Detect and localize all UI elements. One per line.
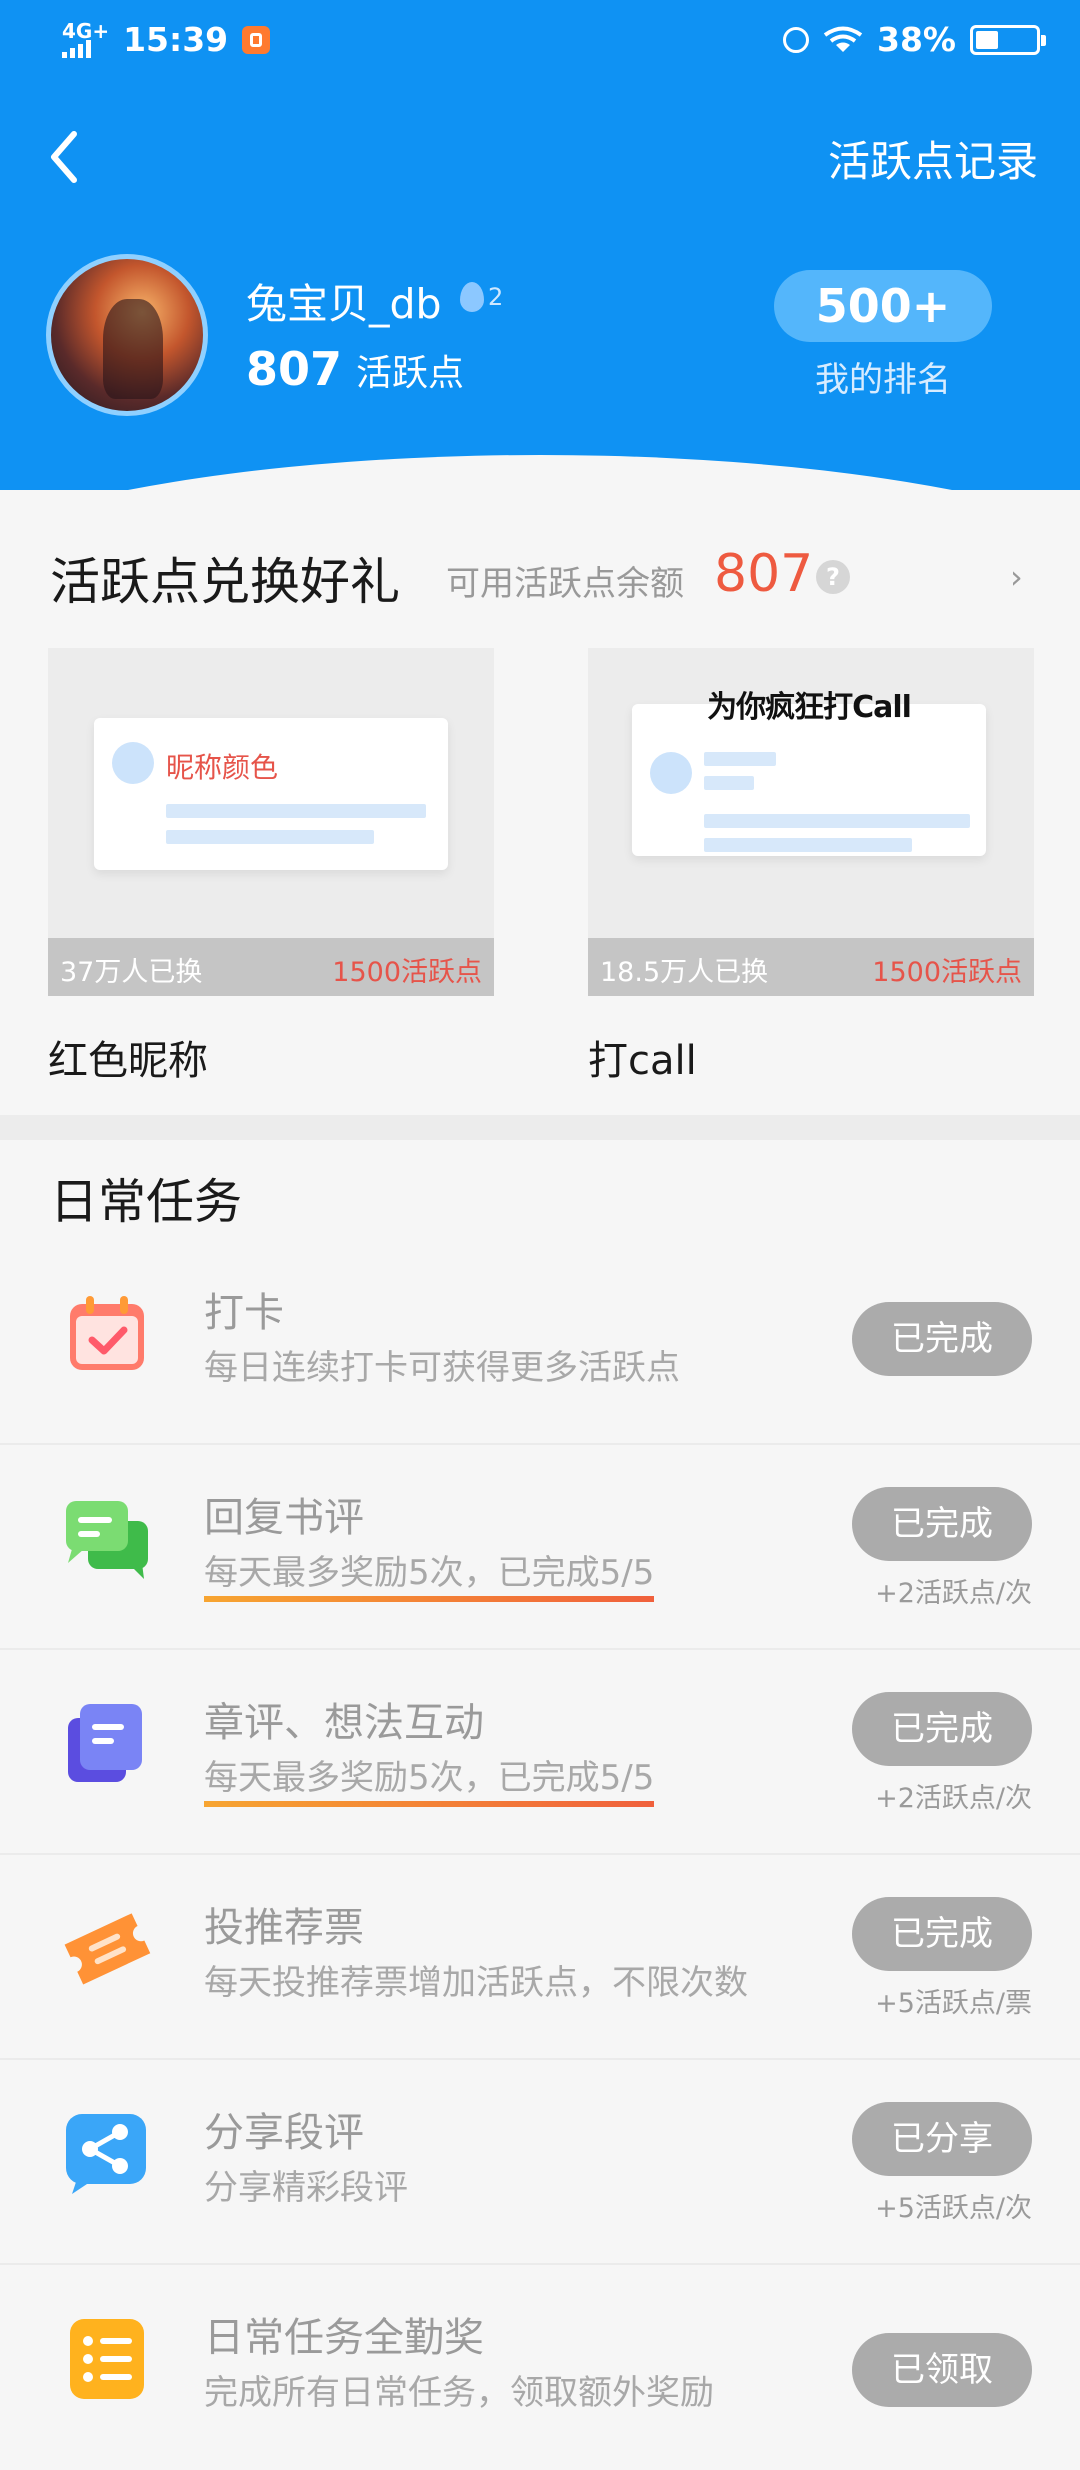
calendar-check-icon xyxy=(70,1296,144,1370)
battery-icon xyxy=(970,24,1046,55)
task-row-full-attendance: 日常任务全勤奖 完成所有日常任务，领取额外奖励 已领取 xyxy=(0,2265,1080,2470)
exchange-title: 活跃点兑换好礼 xyxy=(50,553,400,611)
activity-records-link[interactable]: 活跃点记录 xyxy=(828,128,1038,189)
chat-bubbles-icon xyxy=(66,1501,148,1579)
task-reward: +2活跃点/次 xyxy=(875,1783,1032,1814)
task-description: 每日连续打卡可获得更多活跃点 xyxy=(204,1348,680,1388)
task-status-button[interactable]: 已分享 xyxy=(852,2102,1032,2176)
exchange-section: 活跃点兑换好礼 可用活跃点余额 807 ? › 昵称颜色 37万人已换 1500… xyxy=(0,500,1080,1115)
network-type: 4G+ xyxy=(62,18,110,43)
task-name: 分享段评 xyxy=(204,2110,364,2156)
username: 兔宝贝_db xyxy=(246,280,442,328)
task-description: 每天最多奖励5次，已完成5/5 xyxy=(204,1750,655,1807)
gift-exchange-count: 18.5万人已换 xyxy=(600,957,769,988)
points-unit: 活跃点 xyxy=(356,353,465,394)
clock: 15:39 xyxy=(123,20,229,59)
balance-value: 807 xyxy=(714,544,814,604)
back-button[interactable] xyxy=(40,122,90,192)
status-bar: 4G+ 15:39 38% xyxy=(0,0,1080,80)
task-description: 每天投推荐票增加活跃点，不限次数 xyxy=(204,1963,748,2003)
avatar[interactable] xyxy=(46,254,208,416)
task-row-checkin: 打卡 每日连续打卡可获得更多活跃点 已完成 xyxy=(0,1240,1080,1445)
level-badge: 2 xyxy=(460,280,503,314)
ticket-icon xyxy=(64,1913,151,1985)
task-name: 投推荐票 xyxy=(204,1905,364,1951)
level-number: 2 xyxy=(488,283,504,311)
task-name: 章评、想法互动 xyxy=(204,1700,484,1746)
task-description: 分享精彩段评 xyxy=(204,2168,408,2208)
task-status-button[interactable]: 已完成 xyxy=(852,1302,1032,1376)
wifi-icon xyxy=(823,26,863,52)
gift-footer: 18.5万人已换 1500活跃点 xyxy=(588,938,1034,996)
gift-name[interactable]: 红色昵称 xyxy=(48,1028,208,1086)
task-row-share-comment: 分享段评 分享精彩段评 已分享 +5活跃点/次 xyxy=(0,2060,1080,2265)
gift-price: 1500活跃点 xyxy=(872,957,1022,988)
gift-card-red-nickname[interactable]: 昵称颜色 37万人已换 1500活跃点 xyxy=(48,648,494,996)
gift-exchange-count: 37万人已换 xyxy=(60,957,203,988)
rank-label: 我的排名 xyxy=(815,360,951,400)
task-reward: +5活跃点/票 xyxy=(875,1988,1032,2019)
task-row-reply-review: 回复书评 每天最多奖励5次，已完成5/5 已完成 +2活跃点/次 xyxy=(0,1445,1080,1650)
task-reward: +2活跃点/次 xyxy=(875,1578,1032,1609)
chevron-right-icon[interactable]: › xyxy=(1010,558,1023,596)
help-icon[interactable]: ? xyxy=(816,560,850,594)
daily-tasks-section: 日常任务 打卡 每日连续打卡可获得更多活跃点 已完成 回复书评 每天最多奖励5次… xyxy=(0,1140,1080,2427)
task-status-button[interactable]: 已完成 xyxy=(852,1897,1032,1971)
profile-header: 4G+ 15:39 38% 活跃点记录 兔宝贝_db 2 807 活跃点 500… xyxy=(0,0,1080,490)
task-name: 回复书评 xyxy=(204,1495,364,1541)
nickname-color-text: 昵称颜色 xyxy=(166,751,279,784)
signal-icon: 4G+ xyxy=(62,18,110,58)
gift-card-call[interactable]: 为你疯狂打Call 18.5万人已换 1500活跃点 xyxy=(588,648,1034,996)
battery-percent: 38% xyxy=(877,20,956,59)
task-status-button[interactable]: 已领取 xyxy=(852,2333,1032,2407)
task-reward: +5活跃点/次 xyxy=(875,2193,1032,2224)
task-row-chapter-comments: 章评、想法互动 每天最多奖励5次，已完成5/5 已完成 +2活跃点/次 xyxy=(0,1650,1080,1855)
gift-preview: 为你疯狂打Call xyxy=(632,690,986,856)
list-icon xyxy=(70,2319,144,2399)
balance-label: 可用活跃点余额 xyxy=(446,564,684,604)
gift-price: 1500活跃点 xyxy=(332,957,482,988)
task-status-button[interactable]: 已完成 xyxy=(852,1487,1032,1561)
rank-value[interactable]: 500+ xyxy=(774,270,992,342)
gift-footer: 37万人已换 1500活跃点 xyxy=(48,938,494,996)
avatar-placeholder xyxy=(112,742,154,784)
gift-name[interactable]: 打call xyxy=(588,1028,697,1086)
notes-icon xyxy=(68,1704,142,1782)
task-name: 日常任务全勤奖 xyxy=(204,2315,484,2361)
call-banner-text: 为你疯狂打Call xyxy=(707,690,912,725)
daily-tasks-title: 日常任务 xyxy=(50,1174,243,1230)
task-description: 每天最多奖励5次，已完成5/5 xyxy=(204,1545,655,1602)
task-name: 打卡 xyxy=(204,1290,284,1336)
share-icon xyxy=(66,2114,146,2194)
flame-icon xyxy=(460,282,484,312)
alarm-icon xyxy=(783,26,809,53)
points-summary: 807 活跃点 xyxy=(246,342,464,396)
gift-preview: 昵称颜色 xyxy=(94,718,448,870)
task-row-recommend-vote: 投推荐票 每天投推荐票增加活跃点，不限次数 已完成 +5活跃点/票 xyxy=(0,1855,1080,2060)
avatar-placeholder xyxy=(650,752,692,794)
points-value: 807 xyxy=(246,342,343,396)
app-notification-icon xyxy=(242,25,271,54)
task-description: 完成所有日常任务，领取额外奖励 xyxy=(204,2373,714,2413)
task-status-button[interactable]: 已完成 xyxy=(852,1692,1032,1766)
